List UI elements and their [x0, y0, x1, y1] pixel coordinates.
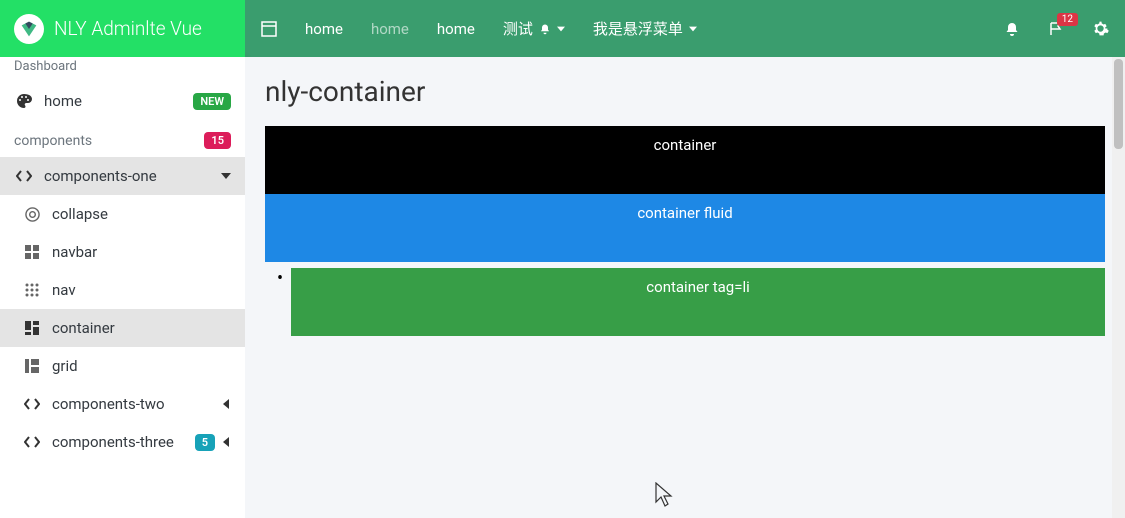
chevron-left-icon [221, 399, 231, 409]
sidebar-item-container[interactable]: container [0, 309, 245, 347]
demo-label: container fluid [637, 204, 732, 222]
demo-container-li-row: • container tag=li [265, 262, 1105, 342]
sidebar-item-label: components-three [52, 433, 195, 451]
badge-count: 5 [195, 434, 215, 451]
nav-link-test[interactable]: 测试 [503, 18, 565, 39]
sidebar-header-dashboard: Dashboard [0, 57, 245, 82]
demo-label: container [654, 136, 717, 154]
scrollbar-track[interactable] [1112, 57, 1125, 518]
sidebar-item-label: navbar [52, 243, 231, 261]
brand-logo-icon [14, 14, 44, 44]
nav-link-hover-label: 我是悬浮菜单 [593, 18, 683, 39]
sidebar-item-components-one[interactable]: components-one [0, 157, 245, 195]
sidebar-item-label: grid [52, 357, 231, 375]
demo-container-default: container [265, 126, 1105, 194]
badge-new: NEW [193, 93, 231, 110]
bell-icon[interactable] [1004, 21, 1020, 37]
dashboard-icon [22, 321, 42, 335]
demo-container-fluid: container fluid [265, 194, 1105, 262]
notification-count: 12 [1057, 13, 1078, 26]
gear-icon[interactable] [1092, 20, 1109, 37]
sidebar-item-label: components-two [52, 395, 221, 413]
grid2-icon [22, 359, 42, 373]
page-title: nly-container [265, 75, 1105, 108]
nav-link-home-1[interactable]: home [305, 20, 343, 38]
nav-link-home-2[interactable]: home [371, 20, 409, 38]
sidebar-item-collapse[interactable]: collapse [0, 195, 245, 233]
bell-icon [539, 23, 551, 35]
sidebar-item-label: components-one [44, 167, 221, 185]
sidebar-item-navbar[interactable]: navbar [0, 233, 245, 271]
brand-title: NLY Adminlte Vue [54, 17, 202, 40]
sidebar-item-components-three[interactable]: components-three 5 [0, 423, 245, 461]
grid-icon [22, 245, 42, 259]
top-navbar: home home home 测试 我是悬浮菜单 12 [245, 0, 1125, 57]
badge-components-count: 15 [204, 132, 231, 149]
demo-container-li: container tag=li [291, 268, 1105, 336]
brand-header[interactable]: NLY Adminlte Vue [0, 0, 245, 57]
code-icon [22, 434, 42, 450]
sidebar-item-home[interactable]: home NEW [0, 82, 245, 120]
code-icon [14, 168, 34, 184]
sidebar-item-nav[interactable]: nav [0, 271, 245, 309]
chrome-icon [22, 207, 42, 222]
sidebar-item-label: nav [52, 281, 231, 299]
code-icon [22, 396, 42, 412]
sidebar-item-components-two[interactable]: components-two [0, 385, 245, 423]
sidebar-item-label: container [52, 319, 231, 337]
palette-icon [14, 93, 34, 109]
nav-link-home-3[interactable]: home [437, 20, 475, 38]
demo-label: container tag=li [646, 278, 749, 296]
scrollbar-thumb[interactable] [1114, 59, 1123, 149]
bullet-icon: • [277, 268, 283, 288]
nav-link-test-label: 测试 [503, 18, 533, 39]
main-content: nly-container container container fluid … [245, 57, 1125, 518]
menu-toggle-icon[interactable] [261, 21, 277, 37]
sidebar-home-label: home [44, 92, 193, 110]
flag-icon[interactable]: 12 [1048, 21, 1064, 37]
nav-link-hover-menu[interactable]: 我是悬浮菜单 [593, 18, 697, 39]
sidebar-section-label: components [14, 133, 204, 149]
chevron-left-icon [221, 437, 231, 447]
sidebar-section-components: components 15 [0, 120, 245, 157]
sidebar-item-label: collapse [52, 205, 231, 223]
chevron-down-icon [221, 171, 231, 181]
sidebar-item-grid[interactable]: grid [0, 347, 245, 385]
dots-icon [22, 283, 42, 297]
caret-down-icon [689, 25, 697, 33]
sidebar: Dashboard home NEW components 15 compone… [0, 57, 245, 518]
caret-down-icon [557, 25, 565, 33]
